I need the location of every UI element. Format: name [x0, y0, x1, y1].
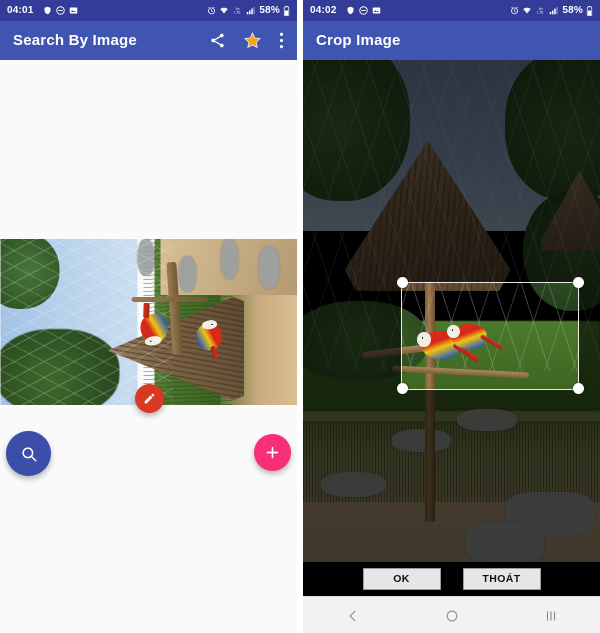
volte-icon: Vo LTE	[535, 6, 546, 15]
gallery-icon	[69, 6, 78, 15]
stone	[457, 408, 517, 432]
crop-handle-top-left[interactable]	[396, 277, 408, 288]
app-bar: Search By Image	[0, 21, 297, 60]
parrot	[447, 323, 505, 350]
edit-fab[interactable]	[135, 384, 164, 413]
crop-handle-bottom-left[interactable]	[396, 383, 408, 394]
battery-percent: 58%	[562, 5, 583, 16]
status-bar: 04:02 Vo LTE 58%	[303, 0, 600, 21]
svg-text:LTE: LTE	[235, 11, 242, 15]
wifi-icon	[522, 6, 532, 15]
battery-percent: 58%	[259, 5, 280, 16]
parrot-eye	[451, 329, 454, 331]
recents-icon[interactable]	[523, 597, 579, 633]
stone	[320, 471, 387, 497]
battery-icon	[586, 5, 593, 16]
signal-icon	[549, 6, 558, 15]
share-icon[interactable]	[209, 32, 226, 49]
crop-stage[interactable]: OK THOÁT	[303, 60, 600, 596]
do-not-disturb-icon	[358, 6, 368, 15]
star-icon[interactable]	[243, 31, 262, 50]
left-phone-screen: 04:01 Vo LTE 58% Search By Image	[0, 0, 297, 633]
add-fab[interactable]	[254, 434, 291, 471]
volte-icon: Vo LTE	[232, 6, 243, 15]
parrot-head	[447, 324, 461, 339]
do-not-disturb-icon	[55, 6, 65, 15]
parrot-tail	[142, 303, 150, 319]
exit-button[interactable]: THOÁT	[462, 568, 541, 590]
right-phone-screen: 04:02 Vo LTE 58% Crop Image OK THOÁT	[303, 0, 600, 633]
wifi-icon	[219, 6, 229, 15]
crop-selection[interactable]	[402, 283, 578, 389]
pencil-icon	[144, 393, 155, 404]
crop-handle-top-right[interactable]	[572, 277, 584, 288]
stone	[178, 255, 197, 293]
overflow-menu-icon[interactable]	[279, 32, 284, 49]
selected-image-preview[interactable]	[0, 239, 297, 405]
rotated-photo	[0, 239, 297, 405]
status-bar-left: 04:01	[7, 5, 78, 16]
main-content	[0, 60, 297, 633]
alarm-icon	[510, 6, 519, 15]
photo-scene	[0, 239, 297, 405]
status-bar-right: Vo LTE 58%	[510, 5, 593, 16]
crop-action-bar: OK THOÁT	[303, 562, 600, 596]
status-bar-left: 04:02	[310, 5, 381, 16]
crop-handle-bottom-right[interactable]	[572, 383, 584, 394]
page-title: Crop Image	[316, 32, 401, 49]
search-icon	[21, 446, 36, 461]
navigation-bar	[303, 596, 600, 633]
plus-icon	[266, 446, 279, 459]
status-time: 04:02	[310, 5, 337, 16]
shield-icon	[346, 6, 355, 15]
dual-screenshot: 04:01 Vo LTE 58% Search By Image 04:02 V…	[0, 0, 600, 633]
app-bar: Crop Image	[303, 21, 600, 60]
status-bar-right: Vo LTE 58%	[207, 5, 290, 16]
search-fab[interactable]	[6, 431, 51, 476]
status-time: 04:01	[7, 5, 34, 16]
shield-icon	[43, 6, 52, 15]
perch-post	[130, 297, 208, 303]
alarm-icon	[207, 6, 216, 15]
gallery-icon	[372, 6, 381, 15]
stone	[258, 245, 280, 289]
parrot	[194, 319, 223, 360]
crop-selection-content	[402, 283, 578, 389]
page-title: Search By Image	[13, 32, 137, 49]
status-bar: 04:01 Vo LTE 58%	[0, 0, 297, 21]
stone	[466, 521, 544, 562]
ok-button[interactable]: OK	[362, 568, 441, 590]
battery-icon	[283, 5, 290, 16]
app-bar-actions	[209, 31, 284, 50]
svg-text:LTE: LTE	[538, 11, 545, 15]
home-icon[interactable]	[424, 597, 480, 633]
stone	[392, 428, 452, 452]
parrot	[137, 303, 169, 347]
back-icon[interactable]	[325, 597, 381, 633]
signal-icon	[246, 6, 255, 15]
stone	[219, 239, 238, 279]
